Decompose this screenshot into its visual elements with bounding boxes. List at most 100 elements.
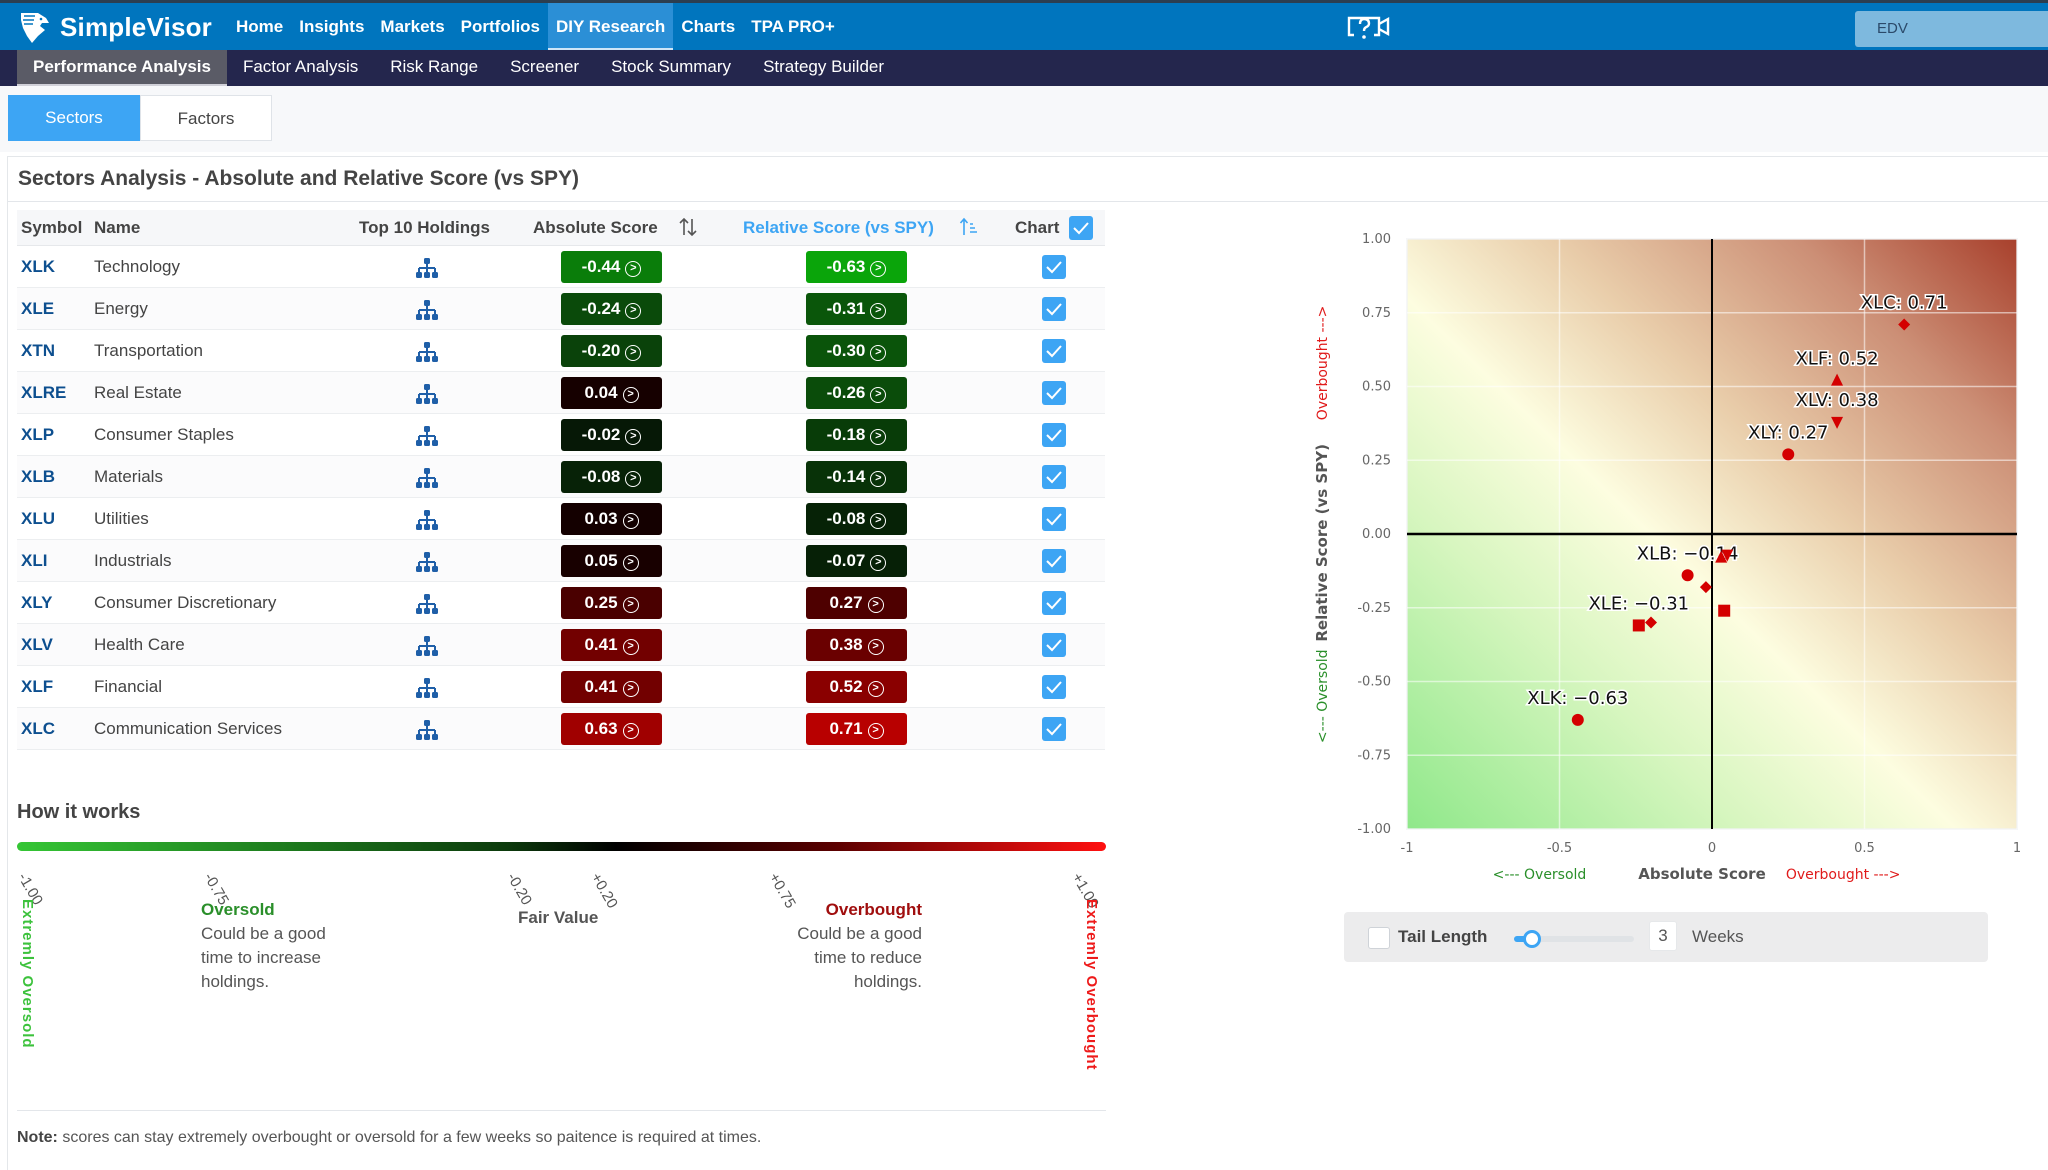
top-holdings-button[interactable] <box>414 465 440 489</box>
symbol-link[interactable]: XLK <box>21 246 55 288</box>
chart-toggle-checkbox[interactable] <box>1042 591 1066 615</box>
symbol-link[interactable]: XLI <box>21 540 47 582</box>
brand-name: SimpleVisor <box>60 11 213 42</box>
relative-score-badge[interactable]: -0.31 > <box>806 293 907 325</box>
chart-toggle-checkbox[interactable] <box>1042 297 1066 321</box>
nav-item-tpa-pro-[interactable]: TPA PRO+ <box>743 3 843 50</box>
absolute-score-badge[interactable]: -0.08 > <box>561 461 662 493</box>
table-row: XLRE Real Estate 0.04 > -0.26 > <box>17 372 1105 414</box>
top-holdings-button[interactable] <box>414 423 440 447</box>
symbol-link[interactable]: XTN <box>21 330 55 372</box>
chart-toggle-checkbox[interactable] <box>1042 423 1066 447</box>
relative-score-badge[interactable]: -0.08 > <box>806 503 907 535</box>
sort-ascending-icon[interactable] <box>959 216 979 243</box>
symbol-link[interactable]: XLY <box>21 582 53 624</box>
relative-score-badge[interactable]: -0.14 > <box>806 461 907 493</box>
absolute-score-badge[interactable]: 0.03 > <box>561 503 662 535</box>
absolute-score-badge[interactable]: 0.04 > <box>561 377 662 409</box>
relative-score-badge[interactable]: -0.30 > <box>806 335 907 367</box>
absolute-score-badge[interactable]: 0.63 > <box>561 713 662 745</box>
nav-item-markets[interactable]: Markets <box>372 3 452 50</box>
top-holdings-button[interactable] <box>414 717 440 741</box>
hierarchy-icon <box>416 300 438 320</box>
top-holdings-button[interactable] <box>414 297 440 321</box>
column-header-absolute-score[interactable]: Absolute Score <box>533 218 658 238</box>
data-point-xlre[interactable] <box>1718 604 1731 617</box>
brand-logo[interactable]: SimpleVisor <box>18 9 212 45</box>
relative-score-badge[interactable]: 0.71 > <box>806 713 907 745</box>
relative-score-badge[interactable]: -0.07 > <box>806 545 907 577</box>
tail-length-slider[interactable] <box>1514 930 1634 948</box>
symbol-link[interactable]: XLV <box>21 624 53 666</box>
absolute-score-badge[interactable]: 0.05 > <box>561 545 662 577</box>
account-dropdown[interactable]: EDV <box>1855 11 2048 47</box>
top-holdings-button[interactable] <box>414 381 440 405</box>
symbol-link[interactable]: XLC <box>21 708 55 750</box>
top-holdings-button[interactable] <box>414 339 440 363</box>
weeks-value-input[interactable]: 3 <box>1649 921 1677 951</box>
top-holdings-button[interactable] <box>414 633 440 657</box>
subnav-item-factor-analysis[interactable]: Factor Analysis <box>227 50 374 86</box>
tab-factors[interactable]: Factors <box>140 95 272 141</box>
slider-handle[interactable] <box>1523 930 1541 948</box>
absolute-score-badge[interactable]: 0.41 > <box>561 671 662 703</box>
chart-toggle-checkbox[interactable] <box>1042 465 1066 489</box>
chart-toggle-checkbox[interactable] <box>1042 255 1066 279</box>
table-row: XLP Consumer Staples -0.02 > -0.18 > <box>17 414 1105 456</box>
chart-toggle-checkbox[interactable] <box>1042 507 1066 531</box>
symbol-link[interactable]: XLF <box>21 666 53 708</box>
subnav-item-stock-summary[interactable]: Stock Summary <box>595 50 747 86</box>
data-point-xlk[interactable] <box>1571 713 1584 726</box>
symbol-link[interactable]: XLU <box>21 498 55 540</box>
relative-score-badge[interactable]: 0.27 > <box>806 587 907 619</box>
top-holdings-button[interactable] <box>414 591 440 615</box>
chevron-right-circle-icon: > <box>622 597 639 613</box>
symbol-link[interactable]: XLB <box>21 456 55 498</box>
relative-score-badge[interactable]: -0.26 > <box>806 377 907 409</box>
subnav-item-risk-range[interactable]: Risk Range <box>374 50 494 86</box>
relative-score-badge[interactable]: 0.38 > <box>806 629 907 661</box>
column-header-symbol[interactable]: Symbol <box>21 218 82 238</box>
data-point-xle[interactable] <box>1632 619 1645 632</box>
column-header-relative-score[interactable]: Relative Score (vs SPY) <box>743 218 934 238</box>
subnav-item-performance-analysis[interactable]: Performance Analysis <box>17 50 227 86</box>
absolute-score-badge[interactable]: 0.41 > <box>561 629 662 661</box>
top-holdings-button[interactable] <box>414 675 440 699</box>
chart-toggle-checkbox[interactable] <box>1042 339 1066 363</box>
chart-toggle-checkbox[interactable] <box>1042 675 1066 699</box>
chart-toggle-checkbox[interactable] <box>1042 381 1066 405</box>
y-axis-title: Relative Score (vs SPY) <box>1313 444 1331 642</box>
absolute-score-badge[interactable]: -0.24 > <box>561 293 662 325</box>
relative-score-badge[interactable]: -0.63 > <box>806 251 907 283</box>
video-help-icon[interactable] <box>1346 13 1392 45</box>
tail-length-checkbox[interactable] <box>1368 927 1390 949</box>
absolute-score-badge[interactable]: -0.02 > <box>561 419 662 451</box>
data-point-xly[interactable] <box>1782 448 1795 461</box>
column-header-name[interactable]: Name <box>94 218 140 238</box>
chart-select-all-checkbox[interactable] <box>1069 216 1093 240</box>
nav-item-insights[interactable]: Insights <box>291 3 372 50</box>
chart-toggle-checkbox[interactable] <box>1042 549 1066 573</box>
relative-score-badge[interactable]: -0.18 > <box>806 419 907 451</box>
sort-both-icon[interactable] <box>678 216 698 243</box>
top-holdings-button[interactable] <box>414 549 440 573</box>
absolute-score-badge[interactable]: -0.44 > <box>561 251 662 283</box>
symbol-link[interactable]: XLP <box>21 414 54 456</box>
symbol-link[interactable]: XLE <box>21 288 54 330</box>
nav-item-home[interactable]: Home <box>228 3 291 50</box>
symbol-link[interactable]: XLRE <box>21 372 66 414</box>
relative-score-badge[interactable]: 0.52 > <box>806 671 907 703</box>
top-holdings-button[interactable] <box>414 507 440 531</box>
subnav-item-strategy-builder[interactable]: Strategy Builder <box>747 50 900 86</box>
chart-toggle-checkbox[interactable] <box>1042 717 1066 741</box>
data-point-xlb[interactable] <box>1681 569 1694 582</box>
nav-item-diy-research[interactable]: DIY Research <box>548 3 674 50</box>
nav-item-portfolios[interactable]: Portfolios <box>453 3 548 50</box>
tab-sectors[interactable]: Sectors <box>8 95 140 141</box>
absolute-score-badge[interactable]: -0.20 > <box>561 335 662 367</box>
absolute-score-badge[interactable]: 0.25 > <box>561 587 662 619</box>
top-holdings-button[interactable] <box>414 255 440 279</box>
subnav-item-screener[interactable]: Screener <box>494 50 595 86</box>
chart-toggle-checkbox[interactable] <box>1042 633 1066 657</box>
nav-item-charts[interactable]: Charts <box>673 3 743 50</box>
